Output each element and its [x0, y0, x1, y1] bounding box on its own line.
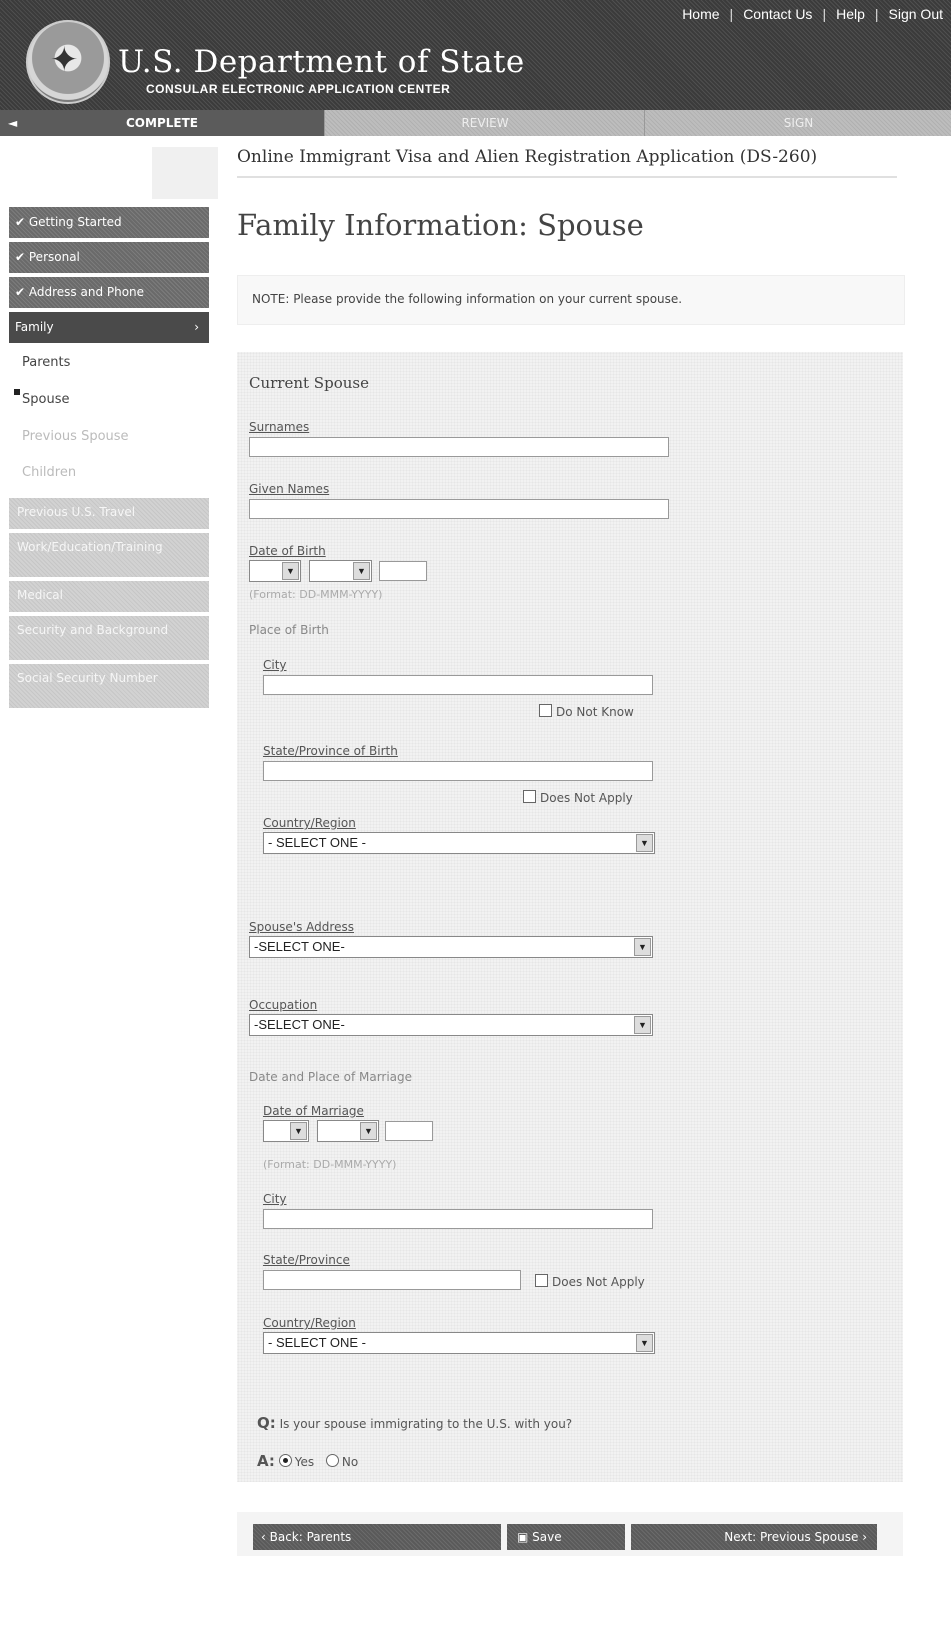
dob-label: Date of Birth	[249, 544, 326, 558]
checkmark-icon: ✔	[15, 250, 29, 264]
marriage-state-does-not-apply[interactable]: Does Not Apply	[535, 1274, 645, 1289]
occupation-select[interactable]: -SELECT ONE- ▼	[249, 1014, 653, 1036]
spouse-address-label: Spouse's Address	[249, 920, 354, 934]
birth-state-input[interactable]	[263, 761, 653, 781]
dropdown-arrow-icon: ▼	[634, 938, 651, 956]
immigrating-answer: A: Yes No	[257, 1452, 359, 1470]
marriage-country-select[interactable]: - SELECT ONE - ▼	[263, 1332, 655, 1354]
contact-us-link[interactable]: Contact Us	[743, 6, 812, 22]
application-title: Online Immigrant Visa and Alien Registra…	[237, 147, 818, 167]
dropdown-arrow-icon: ▼	[353, 562, 370, 580]
progress-review: REVIEW	[324, 110, 645, 136]
sidebar-item-previous-us-travel[interactable]: Previous U.S. Travel	[9, 498, 209, 529]
marriage-section-label: Date and Place of Marriage	[249, 1070, 413, 1084]
button-bar: ‹ Back: Parents ▣ Save Next: Previous Sp…	[237, 1512, 903, 1556]
sidebar-item-personal[interactable]: ✔ Personal	[9, 242, 209, 273]
dom-label: Date of Marriage	[263, 1104, 364, 1118]
birth-city-label: City	[263, 658, 287, 672]
yes-radio[interactable]	[278, 1454, 292, 1467]
sidebar-subitem-previous-spouse[interactable]: Previous Spouse	[22, 429, 129, 444]
immigrating-question: Q: Is your spouse immigrating to the U.S…	[257, 1414, 573, 1432]
chevron-right-icon: ›	[194, 320, 199, 334]
marriage-state-input[interactable]	[263, 1270, 521, 1290]
home-link[interactable]: Home	[682, 6, 719, 22]
sidebar-item-address-phone[interactable]: ✔ Address and Phone	[9, 277, 209, 308]
birth-city-do-not-know[interactable]: Do Not Know	[539, 704, 634, 719]
department-name: U.S. Department of State	[118, 44, 525, 80]
birth-country-label: Country/Region	[263, 816, 356, 830]
spouse-address-select[interactable]: -SELECT ONE- ▼	[249, 936, 653, 958]
dob-day-select[interactable]: ▼	[249, 560, 301, 582]
dom-day-select[interactable]: ▼	[263, 1120, 309, 1142]
sidebar-item-social-security[interactable]: Social Security Number	[9, 664, 209, 708]
sidebar-item-security-background[interactable]: Security and Background	[9, 616, 209, 660]
sidebar-item-getting-started[interactable]: ✔ Getting Started	[9, 207, 209, 238]
dropdown-arrow-icon: ▼	[282, 562, 299, 580]
checkbox[interactable]	[539, 704, 552, 717]
section-title: Current Spouse	[249, 374, 369, 392]
marriage-state-label: State/Province	[263, 1253, 350, 1267]
dob-format-hint: (Format: DD-MMM-YYYY)	[249, 588, 383, 601]
no-radio[interactable]	[325, 1454, 339, 1467]
dom-month-select[interactable]: ▼	[317, 1120, 379, 1142]
note-box: NOTE: Please provide the following infor…	[237, 275, 905, 325]
site-header: Home | Contact Us | Help | Sign Out ✦ U.S. Dep…	[0, 0, 951, 110]
surnames-label: Surnames	[249, 420, 310, 434]
department-seal-icon: ✦	[26, 20, 110, 104]
birth-state-does-not-apply[interactable]: Does Not Apply	[523, 790, 633, 805]
dropdown-arrow-icon: ▼	[634, 1016, 651, 1034]
sign-out-link[interactable]: Sign Out	[889, 6, 943, 22]
decorative-shade	[152, 147, 218, 199]
dob-year-input[interactable]	[379, 561, 427, 581]
sidebar-subitem-children[interactable]: Children	[22, 465, 76, 480]
dob-month-select[interactable]: ▼	[309, 560, 372, 582]
arrow-left-icon: ◄	[8, 116, 18, 130]
checkmark-icon: ✔	[15, 215, 29, 229]
marriage-country-label: Country/Region	[263, 1316, 356, 1330]
current-item-bullet-icon	[14, 389, 20, 395]
dom-format-hint: (Format: DD-MMM-YYYY)	[263, 1158, 397, 1171]
dropdown-arrow-icon: ▼	[636, 834, 653, 852]
sidebar-subitem-parents[interactable]: Parents	[22, 355, 70, 370]
help-link[interactable]: Help	[836, 6, 865, 22]
site-subtitle: CONSULAR ELECTRONIC APPLICATION CENTER	[146, 82, 451, 96]
save-button[interactable]: ▣ Save	[507, 1524, 625, 1550]
checkbox[interactable]	[535, 1274, 548, 1287]
progress-sign: SIGN	[644, 110, 951, 136]
dom-year-input[interactable]	[385, 1121, 433, 1141]
birth-city-input[interactable]	[263, 675, 653, 695]
surnames-input[interactable]	[249, 437, 669, 457]
sidebar-item-work-education[interactable]: Work/Education/Training	[9, 533, 209, 577]
back-button[interactable]: ‹ Back: Parents	[253, 1524, 501, 1550]
sidebar-item-medical[interactable]: Medical	[9, 581, 209, 612]
given-names-input[interactable]	[249, 499, 669, 519]
occupation-label: Occupation	[249, 998, 318, 1012]
marriage-city-input[interactable]	[263, 1209, 653, 1229]
page-title: Family Information: Spouse	[237, 208, 644, 242]
given-names-label: Given Names	[249, 482, 330, 496]
save-icon: ▣	[517, 1530, 533, 1544]
note-text: NOTE: Please provide the following infor…	[252, 292, 683, 306]
progress-bar: ◄ COMPLETE REVIEW SIGN	[0, 110, 951, 136]
sidebar-item-family[interactable]: Family ›	[9, 312, 209, 343]
checkbox[interactable]	[523, 790, 536, 803]
checkmark-icon: ✔	[15, 285, 29, 299]
next-button[interactable]: Next: Previous Spouse ›	[631, 1524, 877, 1550]
progress-complete: ◄ COMPLETE	[0, 110, 324, 136]
dropdown-arrow-icon: ▼	[290, 1122, 307, 1140]
dropdown-arrow-icon: ▼	[360, 1122, 377, 1140]
birth-country-select[interactable]: - SELECT ONE - ▼	[263, 832, 655, 854]
divider	[237, 176, 897, 178]
marriage-city-label: City	[263, 1192, 287, 1206]
place-of-birth-label: Place of Birth	[249, 623, 329, 637]
top-links: Home | Contact Us | Help | Sign Out	[682, 6, 943, 22]
birth-state-label: State/Province of Birth	[263, 744, 398, 758]
sidebar-subitem-spouse[interactable]: Spouse	[22, 392, 69, 407]
dropdown-arrow-icon: ▼	[636, 1334, 653, 1352]
spouse-form: Current Spouse Surnames Given Names Date…	[237, 352, 903, 1482]
